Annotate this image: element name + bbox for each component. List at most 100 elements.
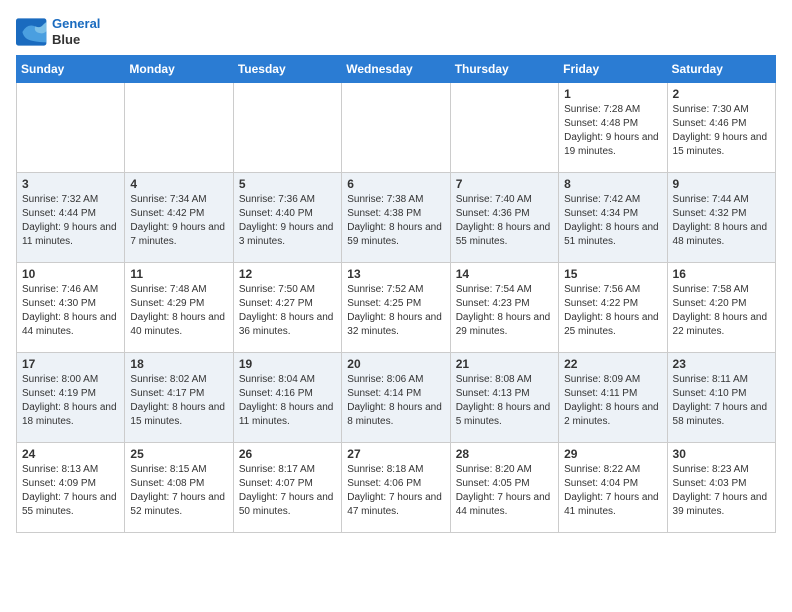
logo-text: General Blue [52, 16, 100, 47]
calendar-cell: 11Sunrise: 7:48 AM Sunset: 4:29 PM Dayli… [125, 263, 233, 353]
calendar-cell: 6 Sunrise: 7:38 AM Sunset: 4:38 PM Daylig… [342, 173, 450, 263]
calendar-cell: 22Sunrise: 8:09 AM Sunset: 4:11 PM Dayli… [559, 353, 667, 443]
day-info: Sunrise: 8:04 AM Sunset: 4:16 PM Dayligh… [239, 373, 336, 429]
calendar-cell: 13 Sunrise: 7:52 AM Sunset: 4:25 PM Dayli… [342, 263, 450, 353]
logo-icon [16, 18, 48, 46]
day-info: Sunrise: 8:08 AM Sunset: 4:13 PM Dayligh… [456, 373, 553, 429]
calendar-week-row: 1 Sunrise: 7:28 AM Sunset: 4:48 PM Daylig… [17, 83, 776, 173]
calendar-cell: 20 Sunrise: 8:06 AM Sunset: 4:14 PM Dayli… [342, 353, 450, 443]
calendar-cell: 24 Sunrise: 8:13 AM Sunset: 4:09 PM Dayli… [17, 443, 125, 533]
calendar-cell: 3 Sunrise: 7:32 AM Sunset: 4:44 PM Daylig… [17, 173, 125, 263]
calendar-cell: 29Sunrise: 8:22 AM Sunset: 4:04 PM Dayli… [559, 443, 667, 533]
day-info: Sunrise: 7:44 AM Sunset: 4:32 PM Dayligh… [673, 193, 770, 249]
logo: General Blue [16, 16, 100, 47]
day-header-sunday: Sunday [17, 56, 125, 83]
day-number: 3 [22, 177, 119, 191]
day-number: 20 [347, 357, 444, 371]
calendar-cell: 26Sunrise: 8:17 AM Sunset: 4:07 PM Dayli… [233, 443, 341, 533]
calendar-cell: 8Sunrise: 7:42 AM Sunset: 4:34 PM Daylig… [559, 173, 667, 263]
day-info: Sunrise: 7:36 AM Sunset: 4:40 PM Dayligh… [239, 193, 336, 249]
day-header-saturday: Saturday [667, 56, 775, 83]
day-header-monday: Monday [125, 56, 233, 83]
day-info: Sunrise: 8:11 AM Sunset: 4:10 PM Dayligh… [673, 373, 770, 429]
calendar-cell: 16 Sunrise: 7:58 AM Sunset: 4:20 PM Dayli… [667, 263, 775, 353]
calendar-cell: 12Sunrise: 7:50 AM Sunset: 4:27 PM Dayli… [233, 263, 341, 353]
day-header-wednesday: Wednesday [342, 56, 450, 83]
day-info: Sunrise: 8:00 AM Sunset: 4:19 PM Dayligh… [22, 373, 119, 429]
day-number: 9 [673, 177, 770, 191]
calendar-week-row: 24 Sunrise: 8:13 AM Sunset: 4:09 PM Dayli… [17, 443, 776, 533]
calendar-cell: 30 Sunrise: 8:23 AM Sunset: 4:03 PM Dayli… [667, 443, 775, 533]
day-number: 10 [22, 267, 119, 281]
day-info: Sunrise: 8:13 AM Sunset: 4:09 PM Dayligh… [22, 463, 119, 519]
calendar: SundayMondayTuesdayWednesdayThursdayFrid… [16, 55, 776, 533]
day-number: 12 [239, 267, 336, 281]
day-number: 21 [456, 357, 553, 371]
calendar-cell: 5 Sunrise: 7:36 AM Sunset: 4:40 PM Daylig… [233, 173, 341, 263]
calendar-cell: 17Sunrise: 8:00 AM Sunset: 4:19 PM Dayli… [17, 353, 125, 443]
day-header-thursday: Thursday [450, 56, 558, 83]
calendar-cell: 10 Sunrise: 7:46 AM Sunset: 4:30 PM Dayli… [17, 263, 125, 353]
day-info: Sunrise: 7:38 AM Sunset: 4:38 PM Dayligh… [347, 193, 444, 249]
day-number: 16 [673, 267, 770, 281]
calendar-cell: 21 Sunrise: 8:08 AM Sunset: 4:13 PM Dayli… [450, 353, 558, 443]
day-number: 5 [239, 177, 336, 191]
day-number: 15 [564, 267, 661, 281]
day-number: 27 [347, 447, 444, 461]
day-info: Sunrise: 7:52 AM Sunset: 4:25 PM Dayligh… [347, 283, 444, 339]
day-number: 13 [347, 267, 444, 281]
day-info: Sunrise: 7:40 AM Sunset: 4:36 PM Dayligh… [456, 193, 553, 249]
page-header: General Blue [16, 16, 776, 47]
calendar-header-row: SundayMondayTuesdayWednesdayThursdayFrid… [17, 56, 776, 83]
day-info: Sunrise: 8:02 AM Sunset: 4:17 PM Dayligh… [130, 373, 227, 429]
day-number: 6 [347, 177, 444, 191]
day-info: Sunrise: 8:22 AM Sunset: 4:04 PM Dayligh… [564, 463, 661, 519]
day-info: Sunrise: 7:30 AM Sunset: 4:46 PM Dayligh… [673, 103, 770, 159]
calendar-cell: 15 Sunrise: 7:56 AM Sunset: 4:22 PM Dayli… [559, 263, 667, 353]
day-number: 11 [130, 267, 227, 281]
calendar-cell: 23 Sunrise: 8:11 AM Sunset: 4:10 PM Dayli… [667, 353, 775, 443]
calendar-week-row: 10 Sunrise: 7:46 AM Sunset: 4:30 PM Dayli… [17, 263, 776, 353]
day-number: 23 [673, 357, 770, 371]
day-info: Sunrise: 8:18 AM Sunset: 4:06 PM Dayligh… [347, 463, 444, 519]
calendar-cell: 18Sunrise: 8:02 AM Sunset: 4:17 PM Dayli… [125, 353, 233, 443]
day-info: Sunrise: 7:34 AM Sunset: 4:42 PM Dayligh… [130, 193, 227, 249]
calendar-cell: 19 Sunrise: 8:04 AM Sunset: 4:16 PM Dayli… [233, 353, 341, 443]
day-number: 24 [22, 447, 119, 461]
day-info: Sunrise: 7:56 AM Sunset: 4:22 PM Dayligh… [564, 283, 661, 339]
day-header-tuesday: Tuesday [233, 56, 341, 83]
day-header-friday: Friday [559, 56, 667, 83]
day-info: Sunrise: 7:46 AM Sunset: 4:30 PM Dayligh… [22, 283, 119, 339]
day-info: Sunrise: 7:28 AM Sunset: 4:48 PM Dayligh… [564, 103, 661, 159]
day-info: Sunrise: 8:17 AM Sunset: 4:07 PM Dayligh… [239, 463, 336, 519]
day-info: Sunrise: 8:20 AM Sunset: 4:05 PM Dayligh… [456, 463, 553, 519]
day-number: 28 [456, 447, 553, 461]
calendar-cell: 9 Sunrise: 7:44 AM Sunset: 4:32 PM Daylig… [667, 173, 775, 263]
day-number: 4 [130, 177, 227, 191]
day-info: Sunrise: 8:15 AM Sunset: 4:08 PM Dayligh… [130, 463, 227, 519]
calendar-cell: 7 Sunrise: 7:40 AM Sunset: 4:36 PM Daylig… [450, 173, 558, 263]
day-number: 19 [239, 357, 336, 371]
calendar-cell [125, 83, 233, 173]
calendar-cell [17, 83, 125, 173]
calendar-cell: 14Sunrise: 7:54 AM Sunset: 4:23 PM Dayli… [450, 263, 558, 353]
day-number: 7 [456, 177, 553, 191]
calendar-cell: 25 Sunrise: 8:15 AM Sunset: 4:08 PM Dayli… [125, 443, 233, 533]
day-number: 2 [673, 87, 770, 101]
calendar-cell [233, 83, 341, 173]
day-info: Sunrise: 7:54 AM Sunset: 4:23 PM Dayligh… [456, 283, 553, 339]
day-info: Sunrise: 7:42 AM Sunset: 4:34 PM Dayligh… [564, 193, 661, 249]
calendar-cell [450, 83, 558, 173]
calendar-cell: 1 Sunrise: 7:28 AM Sunset: 4:48 PM Daylig… [559, 83, 667, 173]
calendar-week-row: 17Sunrise: 8:00 AM Sunset: 4:19 PM Dayli… [17, 353, 776, 443]
day-info: Sunrise: 8:06 AM Sunset: 4:14 PM Dayligh… [347, 373, 444, 429]
calendar-week-row: 3 Sunrise: 7:32 AM Sunset: 4:44 PM Daylig… [17, 173, 776, 263]
day-number: 25 [130, 447, 227, 461]
calendar-cell: 28 Sunrise: 8:20 AM Sunset: 4:05 PM Dayli… [450, 443, 558, 533]
day-info: Sunrise: 8:23 AM Sunset: 4:03 PM Dayligh… [673, 463, 770, 519]
day-number: 30 [673, 447, 770, 461]
day-info: Sunrise: 7:32 AM Sunset: 4:44 PM Dayligh… [22, 193, 119, 249]
day-number: 22 [564, 357, 661, 371]
day-number: 1 [564, 87, 661, 101]
day-info: Sunrise: 7:58 AM Sunset: 4:20 PM Dayligh… [673, 283, 770, 339]
